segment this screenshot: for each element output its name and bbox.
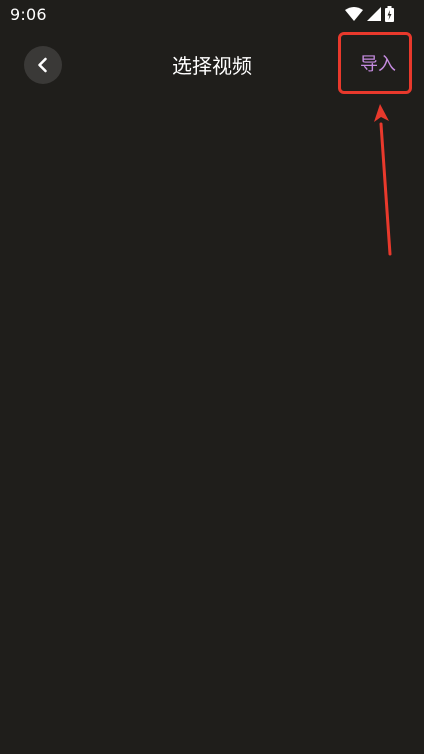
wifi-icon [345, 7, 363, 21]
import-label: 导入 [360, 54, 396, 75]
video-list [0, 98, 424, 754]
import-button[interactable]: 导入 [338, 32, 412, 94]
status-icons [345, 6, 394, 22]
signal-icon [367, 7, 381, 21]
header: 选择视频 导入 [0, 30, 424, 98]
battery-icon [385, 6, 394, 22]
status-time: 9:06 [10, 5, 47, 24]
status-bar: 9:06 [0, 0, 424, 30]
